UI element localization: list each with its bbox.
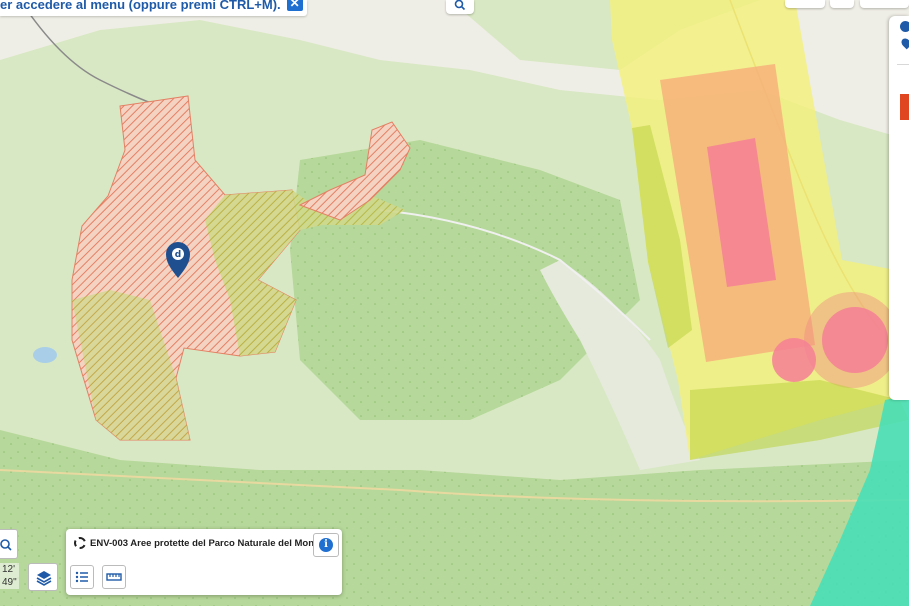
list-icon — [75, 571, 88, 583]
layers-button[interactable] — [28, 563, 58, 591]
pin-icon[interactable] — [899, 36, 909, 50]
legend-title: ENV-003 Aree protette del Parco Naturale… — [74, 537, 333, 549]
coordinates-readout: 12' 49" — [0, 563, 19, 589]
top-search-button[interactable] — [446, 0, 474, 14]
coord-lat: 12' — [2, 564, 16, 575]
airspace-circle-small[interactable] — [822, 307, 888, 373]
map-canvas[interactable]: d — [0, 0, 909, 606]
svg-text:d: d — [175, 250, 181, 260]
top-toolbar-button-2[interactable] — [830, 0, 854, 8]
side-panel[interactable] — [889, 16, 909, 400]
info-icon: i — [319, 538, 333, 552]
layer-info-button[interactable]: i — [313, 533, 339, 557]
coord-lon: 49" — [2, 577, 17, 588]
search-icon — [454, 0, 466, 11]
banner-text: er accedere al menu (oppure premi CTRL+M… — [0, 0, 281, 12]
layer-legend-panel: ENV-003 Aree protette del Parco Naturale… — [66, 529, 342, 595]
zoom-button[interactable] — [0, 529, 18, 559]
keyboard-hint-banner: er accedere al menu (oppure premi CTRL+M… — [0, 0, 307, 16]
side-red-tab[interactable] — [900, 94, 909, 120]
layer-list-button[interactable] — [70, 565, 94, 589]
divider — [897, 64, 909, 65]
layers-icon — [36, 571, 52, 586]
lake — [33, 347, 57, 363]
measure-button[interactable] — [102, 565, 126, 589]
top-toolbar-button-3[interactable] — [860, 0, 909, 8]
airspace-circle-west[interactable] — [772, 338, 816, 382]
info-icon[interactable] — [900, 21, 909, 32]
close-icon[interactable]: ✕ — [286, 0, 303, 11]
top-toolbar-button-1[interactable] — [785, 0, 825, 8]
ruler-icon — [106, 573, 122, 581]
layer-target-icon — [74, 537, 86, 549]
zoom-icon — [0, 539, 12, 551]
layer-title: ENV-003 Aree protette del Parco Naturale… — [90, 537, 334, 549]
